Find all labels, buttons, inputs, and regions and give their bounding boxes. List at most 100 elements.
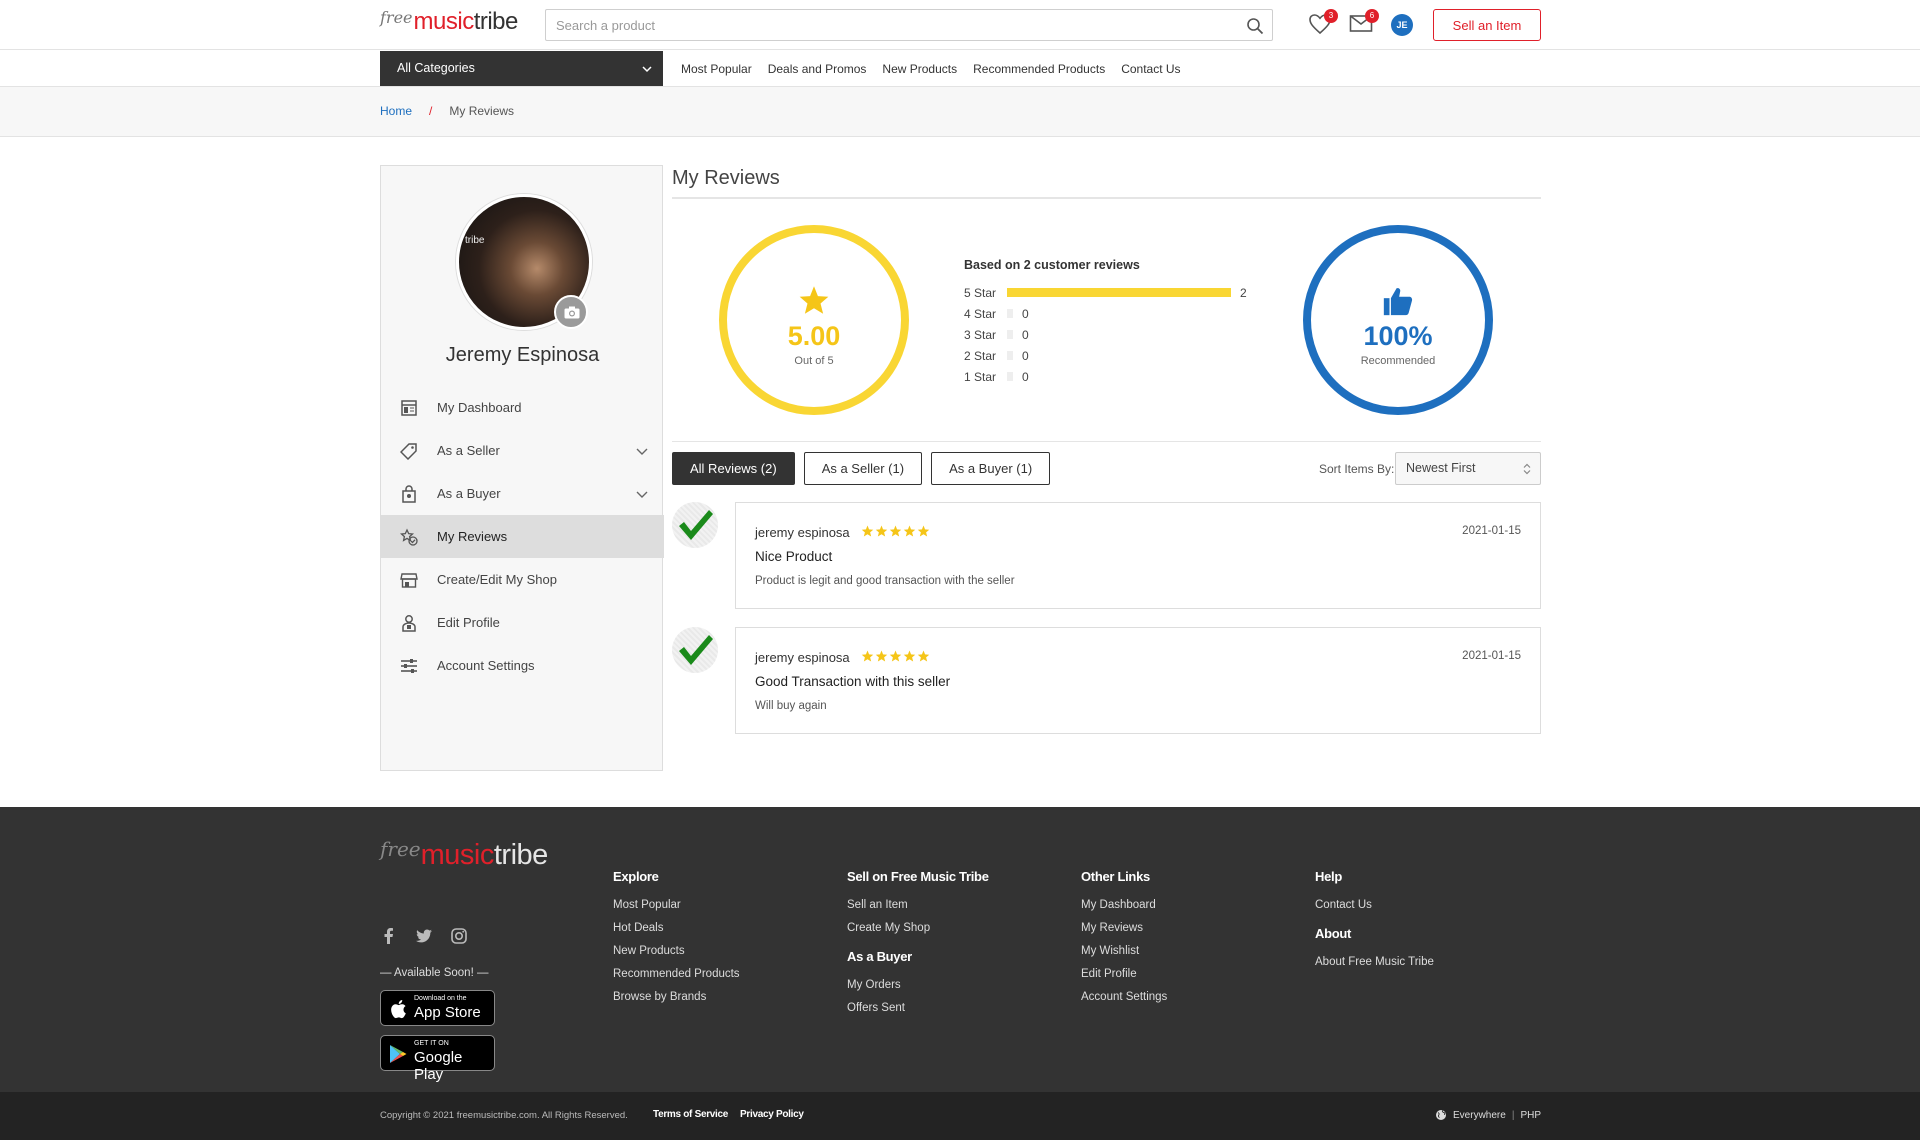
nav-link-most-popular[interactable]: Most Popular [681, 62, 752, 76]
nav-link-contact[interactable]: Contact Us [1121, 62, 1180, 76]
tab-all-reviews[interactable]: All Reviews (2) [672, 452, 795, 485]
sidebar-item-label: My Dashboard [437, 400, 522, 415]
region-divider: | [1511, 1109, 1515, 1121]
sidebar-item-edit-profile[interactable]: Edit Profile [381, 601, 664, 644]
footer-link[interactable]: Account Settings [1081, 990, 1167, 1004]
wishlist-button[interactable]: 3 [1308, 9, 1338, 37]
nav-link-new-products[interactable]: New Products [882, 62, 957, 76]
star-icon [917, 649, 930, 667]
footer-link[interactable]: About Free Music Tribe [1315, 955, 1434, 969]
sort-select[interactable]: Newest First [1395, 452, 1541, 485]
rating-row-count: 2 [1240, 285, 1247, 300]
google-play-badge[interactable]: GET IT ON Google Play [380, 1035, 495, 1083]
app-store-badge[interactable]: Download on the App Store [380, 990, 495, 1026]
breadcrumb: Home / My Reviews [380, 104, 514, 118]
rating-bar-track [1007, 309, 1013, 318]
footer-link[interactable]: Most Popular [613, 898, 740, 912]
google-play-line2: Google Play [414, 1049, 463, 1083]
sidebar-item-label: Edit Profile [437, 615, 500, 630]
instagram-icon[interactable] [450, 927, 468, 945]
search-icon[interactable] [1246, 17, 1264, 35]
breadcrumb-home[interactable]: Home [380, 104, 412, 118]
footer-link[interactable]: Browse by Brands [613, 990, 740, 1004]
search-input[interactable] [546, 10, 1236, 40]
rating-bar-track [1007, 351, 1013, 360]
footer-col-sell: Sell on Free Music Tribe Sell an Item Cr… [847, 869, 989, 1024]
account-sidebar: tribe Jeremy Espinosa My Dashboard As a … [380, 165, 664, 771]
apple-icon [391, 1000, 406, 1019]
rating-row: 1 Star 0 [964, 366, 1247, 387]
logo-free-text: free [380, 8, 413, 27]
profile-photo-text: tribe [465, 235, 485, 246]
google-play-line1: GET IT ON [414, 1040, 449, 1047]
thumbs-up-icon [1383, 288, 1413, 316]
rating-row-label: 3 Star [964, 327, 997, 342]
rating-row-count: 0 [1022, 348, 1029, 363]
footer-logo[interactable]: free music tribe [380, 837, 548, 872]
review-card: jeremy espinosa 2021-01-15 Good Transactio… [735, 627, 1541, 734]
tab-as-seller[interactable]: As a Seller (1) [803, 452, 923, 485]
rating-row-label: 5 Star [964, 285, 997, 300]
facebook-icon[interactable] [380, 927, 398, 945]
top-header: free music tribe 3 6 JE Sell an Item [0, 0, 1920, 50]
section-divider [672, 441, 1541, 442]
messages-button[interactable]: 6 [1349, 9, 1379, 37]
average-rating-value: 5.00 [787, 321, 841, 351]
region-selector[interactable]: Everywhere | PHP [1435, 1109, 1541, 1121]
footer-link[interactable]: My Orders [847, 978, 989, 992]
sell-an-item-button[interactable]: Sell an Item [1433, 9, 1541, 41]
footer-col-other: Other Links My Dashboard My Reviews My W… [1081, 869, 1167, 1013]
footer-link[interactable]: Recommended Products [613, 967, 740, 981]
twitter-icon[interactable] [415, 927, 433, 945]
footer-link[interactable]: Hot Deals [613, 921, 740, 935]
review-filter-tabs: All Reviews (2) As a Seller (1) As a Buy… [672, 452, 1059, 485]
reviewer-name: jeremy espinosa [755, 650, 850, 665]
sidebar-item-reviews[interactable]: My Reviews [381, 515, 664, 558]
sidebar-item-dashboard[interactable]: My Dashboard [381, 386, 664, 429]
footer-link[interactable]: Create My Shop [847, 921, 989, 935]
sort-selected-value: Newest First [1406, 461, 1476, 475]
nav-link-deals[interactable]: Deals and Promos [768, 62, 867, 76]
tag-icon [400, 442, 417, 460]
footer-link[interactable]: My Dashboard [1081, 898, 1167, 912]
privacy-link[interactable]: Privacy Policy [740, 1109, 804, 1120]
review-date: 2021-01-15 [1462, 525, 1521, 537]
logo-tribe-text: tribe [493, 839, 548, 871]
globe-icon [1436, 1110, 1447, 1120]
site-logo[interactable]: free music tribe [380, 8, 518, 42]
footer-link[interactable]: Edit Profile [1081, 967, 1167, 981]
footer-link[interactable]: Offers Sent [847, 1001, 989, 1015]
review-item: jeremy espinosa 2021-01-15 Nice Product Pro… [672, 502, 1541, 609]
logo-music-text: music [413, 8, 475, 35]
rating-row-count: 0 [1022, 306, 1029, 321]
page-title: My Reviews [672, 167, 780, 189]
change-photo-button[interactable] [554, 295, 588, 329]
sidebar-item-account-settings[interactable]: Account Settings [381, 644, 664, 687]
footer-link[interactable]: My Reviews [1081, 921, 1167, 935]
logo-music-text: music [420, 839, 495, 871]
user-avatar[interactable]: JE [1391, 14, 1413, 36]
sidebar-item-seller[interactable]: As a Seller [381, 429, 664, 472]
footer-link[interactable]: New Products [613, 944, 740, 958]
rating-row-label: 2 Star [964, 348, 997, 363]
chevron-down-icon [636, 448, 648, 455]
rating-row-label: 4 Star [964, 306, 997, 321]
footer-link[interactable]: My Wishlist [1081, 944, 1167, 958]
rating-row-label: 1 Star [964, 369, 997, 384]
recommend-label: Recommended [1360, 355, 1436, 367]
camera-icon [564, 306, 580, 319]
recommend-summary-ring: 100% Recommended [1303, 225, 1493, 415]
sidebar-item-shop[interactable]: Create/Edit My Shop [381, 558, 664, 601]
star-icon [889, 649, 902, 667]
all-categories-dropdown[interactable]: All Categories [380, 51, 663, 86]
rating-row-count: 0 [1022, 369, 1029, 384]
chevron-down-icon [636, 491, 648, 498]
footer-link[interactable]: Sell an Item [847, 898, 989, 912]
nav-link-recommended[interactable]: Recommended Products [973, 62, 1105, 76]
sidebar-item-buyer[interactable]: As a Buyer [381, 472, 664, 515]
footer-link[interactable]: Contact Us [1315, 898, 1434, 912]
currency-label: PHP [1520, 1109, 1541, 1121]
logo-tribe-text: tribe [473, 8, 519, 35]
terms-link[interactable]: Terms of Service [653, 1109, 728, 1120]
tab-as-buyer[interactable]: As a Buyer (1) [931, 452, 1051, 485]
